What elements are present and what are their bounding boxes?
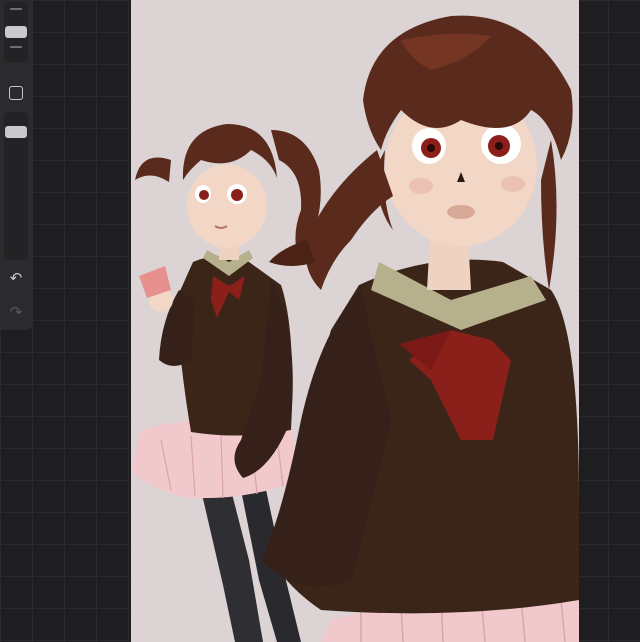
undo-arrow-icon[interactable]: ↶ <box>6 268 26 288</box>
redo-arrow-icon[interactable]: ↷ <box>6 302 26 322</box>
brush-size-thumb[interactable] <box>5 26 27 38</box>
slider-tick <box>10 8 22 10</box>
artwork <box>131 15 579 642</box>
side-toolbar: ↶ ↷ <box>0 0 33 330</box>
opacity-thumb[interactable] <box>5 126 27 138</box>
square-outline-icon[interactable] <box>9 86 23 100</box>
opacity-slider[interactable] <box>4 112 28 260</box>
slider-tick <box>10 46 22 48</box>
large-figure <box>261 15 579 642</box>
brush-size-slider[interactable] <box>4 2 28 62</box>
drawing-canvas[interactable] <box>131 0 579 642</box>
